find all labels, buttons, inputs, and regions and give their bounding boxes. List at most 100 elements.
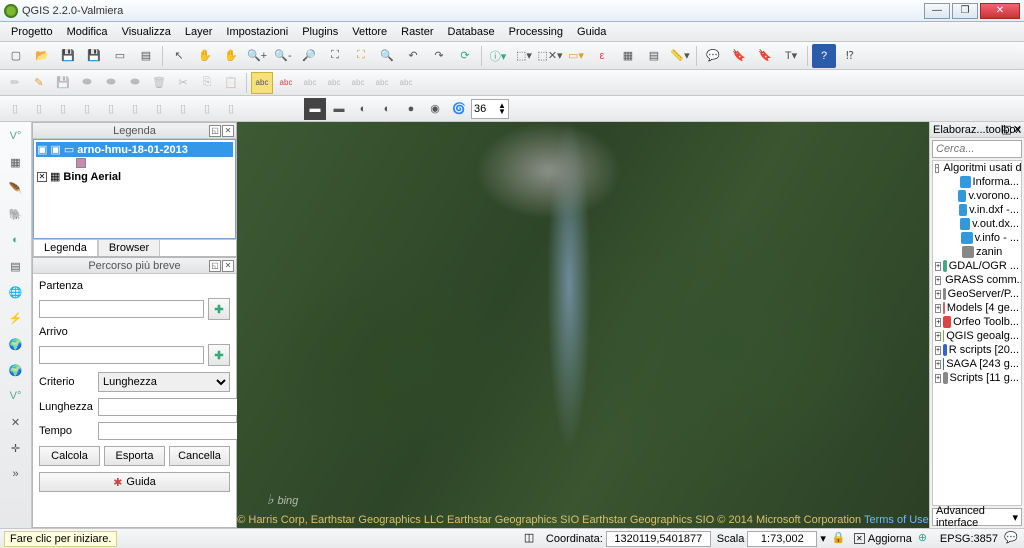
tree-node[interactable]: -Algoritmi usati di ... (933, 161, 1021, 175)
save-as-icon[interactable]: 💾 (82, 44, 106, 68)
tree-node[interactable]: v.in.dxf -... (933, 203, 1021, 217)
advanced-interface-select[interactable]: Advanced interface▾ (932, 508, 1022, 526)
epsg-label[interactable]: EPSG:3857 (940, 533, 998, 545)
new-project-icon[interactable]: ▢ (4, 44, 28, 68)
menu-progetto[interactable]: Progetto (4, 24, 60, 40)
measure-icon[interactable]: ▭▾ (564, 44, 588, 68)
menu-guida[interactable]: Guida (570, 24, 613, 40)
tree-node[interactable]: +R scripts [20... (933, 343, 1021, 357)
layer-list[interactable]: ▣▣▭ arno-hmu-18-01-2013 ✕▦ Bing Aerial (33, 139, 236, 239)
menu-impostazioni[interactable]: Impostazioni (219, 24, 295, 40)
maximize-button[interactable]: ❐ (952, 3, 978, 19)
add-wfs-icon[interactable]: 🌐 (4, 280, 28, 304)
add-wms-icon[interactable]: ◐ (4, 228, 28, 252)
minimize-button[interactable]: — (924, 3, 950, 19)
tree-node[interactable]: +SAGA [243 g... (933, 357, 1021, 371)
whats-this-icon[interactable]: ⁉ (838, 44, 862, 68)
terms-link[interactable]: Terms of Use (864, 514, 929, 526)
panel-close-icon[interactable]: ✕ (222, 260, 234, 272)
criterio-select[interactable]: Lunghezza (98, 372, 230, 392)
menu-database[interactable]: Database (441, 24, 502, 40)
menu-layer[interactable]: Layer (178, 24, 220, 40)
add-feature-icon[interactable]: ⬬ (76, 72, 98, 94)
hist8-icon[interactable]: ▯ (172, 98, 194, 120)
composer-manager-icon[interactable]: ▤ (134, 44, 158, 68)
label-change-icon[interactable]: abc (371, 72, 393, 94)
panel-close-icon[interactable]: ✕ (1013, 123, 1022, 136)
tree-node[interactable]: +GDAL/OGR ... (933, 259, 1021, 273)
panel-close-icon[interactable]: ✕ (222, 125, 234, 137)
label-pin-icon[interactable]: abc (275, 72, 297, 94)
zoom-out-icon[interactable]: 🔍- (271, 44, 295, 68)
toolbox-tree[interactable]: -Algoritmi usati di ...Informa...v.voron… (932, 160, 1022, 506)
save-edits-icon[interactable]: 💾 (52, 72, 74, 94)
add-csv-icon[interactable]: ▤ (4, 254, 28, 278)
menu-processing[interactable]: Processing (502, 24, 570, 40)
tree-node[interactable]: v.out.dx... (933, 217, 1021, 231)
menu-vettore[interactable]: Vettore (345, 24, 394, 40)
cursor-icon[interactable]: ↖ (167, 44, 191, 68)
zoom-native-icon[interactable]: 🔎 (297, 44, 321, 68)
delete-icon[interactable]: 🗑 (148, 72, 170, 94)
zoom-in-icon[interactable]: 🔍+ (245, 44, 269, 68)
lunghezza-input[interactable] (98, 398, 246, 416)
add-spatialite-icon[interactable]: 🪶 (4, 176, 28, 200)
zoom-full-icon[interactable]: ⛶ (323, 44, 347, 68)
hist2-icon[interactable]: ▯ (28, 98, 50, 120)
toolbox-search-input[interactable] (932, 140, 1022, 158)
rast4-icon[interactable]: ◐ (376, 98, 398, 120)
identify-icon[interactable]: ⓘ▾ (486, 44, 510, 68)
crosshair-icon[interactable]: ✛ (4, 436, 28, 460)
zoom-last-icon[interactable]: ↶ (401, 44, 425, 68)
label-prop-icon[interactable]: abc (395, 72, 417, 94)
label-hide-icon[interactable]: abc (299, 72, 321, 94)
expression-icon[interactable]: ε (590, 44, 614, 68)
menu-modifica[interactable]: Modifica (60, 24, 115, 40)
rast3-icon[interactable]: ◐ (352, 98, 374, 120)
new-composer-icon[interactable]: ▭ (108, 44, 132, 68)
layer-item[interactable]: ✕▦ Bing Aerial (36, 169, 233, 184)
hist-icon[interactable]: ▯ (4, 98, 26, 120)
rast6-icon[interactable]: ◉ (424, 98, 446, 120)
refresh-icon[interactable]: ⟳ (453, 44, 477, 68)
panel-dock-icon[interactable]: ◱ (1001, 123, 1011, 136)
menu-plugins[interactable]: Plugins (295, 24, 345, 40)
cut-icon[interactable]: ✂ (172, 72, 194, 94)
tab-browser[interactable]: Browser (98, 239, 160, 256)
scala-input[interactable] (747, 531, 817, 547)
zoom-layer-icon[interactable]: 🔍 (375, 44, 399, 68)
add-raster-icon[interactable]: ▦ (4, 150, 28, 174)
deselect-icon[interactable]: ⬚✕▾ (538, 44, 562, 68)
hist7-icon[interactable]: ▯ (148, 98, 170, 120)
new-vector-icon[interactable]: V° (4, 384, 28, 408)
render-checkbox[interactable]: ✕ (854, 533, 865, 544)
add-vector-icon[interactable]: V° (4, 124, 28, 148)
chevron-down-icon[interactable]: » (4, 462, 28, 486)
tree-node[interactable]: zanin (933, 245, 1021, 259)
partenza-input[interactable] (39, 300, 204, 318)
tree-node[interactable]: +Orfeo Toolb... (933, 315, 1021, 329)
open-icon[interactable]: 📂 (30, 44, 54, 68)
hist6-icon[interactable]: ▯ (124, 98, 146, 120)
layer-item[interactable]: ▣▣▭ arno-hmu-18-01-2013 (36, 142, 233, 157)
text-annotation-icon[interactable]: T▾ (779, 44, 803, 68)
spin-input[interactable]: ▲▼ (471, 99, 509, 119)
panel-dock-icon[interactable]: ◱ (209, 260, 221, 272)
node-icon[interactable]: ⬬ (124, 72, 146, 94)
move-feature-icon[interactable]: ⬬ (100, 72, 122, 94)
log-icon[interactable]: 💬 (1004, 531, 1020, 547)
hist4-icon[interactable]: ▯ (76, 98, 98, 120)
pan-icon[interactable]: ✋ (193, 44, 217, 68)
help-icon[interactable]: ? (812, 44, 836, 68)
rast5-icon[interactable]: ● (400, 98, 422, 120)
maptip-icon[interactable]: 💬 (701, 44, 725, 68)
menu-visualizza[interactable]: Visualizza (115, 24, 178, 40)
map-canvas[interactable]: ♭ bing © Harris Corp, Earthstar Geograph… (237, 122, 929, 528)
toggle-extents-icon[interactable]: ◫ (524, 531, 540, 547)
hist3-icon[interactable]: ▯ (52, 98, 74, 120)
crs-icon[interactable]: ⊕ (918, 531, 934, 547)
cancella-button[interactable]: Cancella (169, 446, 230, 466)
coord-input[interactable] (606, 531, 711, 547)
pan-selection-icon[interactable]: ✋ (219, 44, 243, 68)
tempo-input[interactable] (98, 422, 246, 440)
